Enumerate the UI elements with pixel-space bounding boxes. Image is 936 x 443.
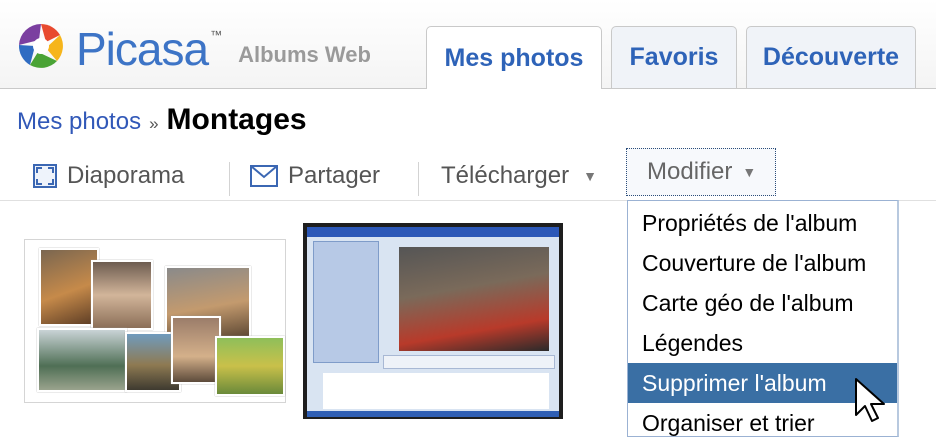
share-label: Partager [288, 162, 381, 189]
download-button[interactable]: Télécharger ▼ [441, 162, 597, 190]
main-tabs: Mes photos Favoris Découverte [426, 26, 916, 89]
album-thumbnail-collage[interactable] [24, 239, 286, 403]
collage-photo [39, 248, 99, 326]
tab-mes-photos[interactable]: Mes photos [426, 26, 602, 89]
screenshot-taskbar [307, 411, 559, 417]
slideshow-label: Diaporama [67, 162, 185, 189]
menu-item-captions[interactable]: Légendes [628, 323, 897, 363]
collage-photo [37, 328, 127, 392]
dropdown-caret-icon: ▼ [583, 168, 597, 184]
picasa-logo[interactable]: Picasa ™ Albums Web [16, 22, 371, 72]
breadcrumb: Mes photos » Montages [17, 103, 307, 137]
toolbar-divider [418, 162, 419, 196]
edit-label: Modifier [647, 158, 733, 185]
album-thumbnail-screenshot[interactable] [303, 223, 563, 419]
screenshot-photo [399, 247, 549, 351]
album-toolbar: Diaporama Partager Télécharger ▼ [0, 150, 936, 201]
pointer-cursor-icon [855, 378, 885, 422]
screenshot-document [323, 373, 549, 409]
logo-subtitle: Albums Web [238, 42, 371, 67]
collage-photo [215, 336, 285, 396]
screenshot-sidepanel [313, 241, 379, 363]
envelope-icon [250, 165, 278, 187]
slideshow-button[interactable]: Diaporama [33, 162, 184, 190]
toolbar-divider [229, 162, 230, 196]
breadcrumb-parent-link[interactable]: Mes photos [17, 108, 141, 136]
collage-photo [171, 316, 221, 384]
dropdown-caret-icon: ▼ [742, 164, 757, 180]
screenshot-titlebar [307, 227, 559, 237]
slideshow-icon [33, 164, 57, 188]
logo-wordmark: Picasa [76, 23, 209, 75]
edit-menu-button[interactable]: Modifier ▼ [626, 148, 776, 196]
collage-photo [91, 260, 153, 330]
picasa-logo-icon [18, 23, 63, 68]
breadcrumb-separator: » [149, 114, 159, 133]
screenshot-toolbar [383, 355, 555, 369]
menu-item-album-cover[interactable]: Couverture de l'album [628, 243, 897, 283]
tab-favoris[interactable]: Favoris [611, 26, 737, 88]
menu-item-album-properties[interactable]: Propriétés de l'album [628, 203, 897, 243]
page-title: Montages [166, 103, 307, 136]
share-button[interactable]: Partager [250, 162, 380, 190]
header-bar: Picasa ™ Albums Web Mes photos Favoris D… [0, 0, 936, 89]
download-label: Télécharger [441, 162, 570, 189]
menu-item-album-map[interactable]: Carte géo de l'album [628, 283, 897, 323]
logo-trademark: ™ [210, 28, 223, 42]
tab-decouverte[interactable]: Découverte [746, 26, 916, 88]
